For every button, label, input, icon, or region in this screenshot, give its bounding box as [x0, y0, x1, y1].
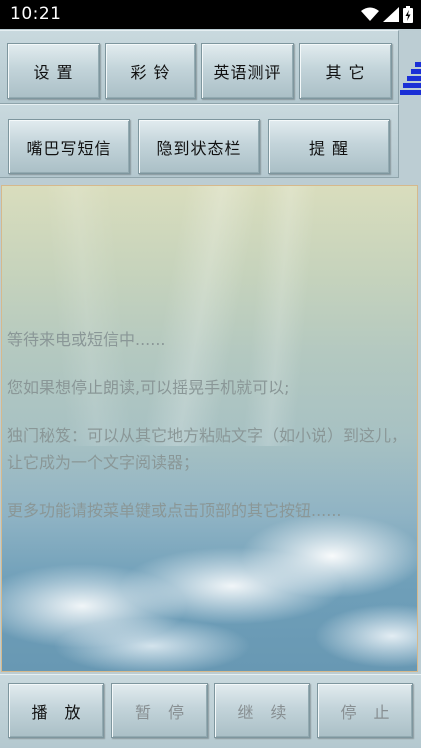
ringtone-button[interactable]: 彩 铃 [105, 43, 196, 99]
english-test-button[interactable]: 英语测评 [201, 43, 294, 99]
remind-button[interactable]: 提 醒 [268, 119, 390, 174]
message-text[interactable]: 等待来电或短信中...... 您如果想停止朗读,可以摇晃手机就可以; 独门秘笈：… [7, 326, 415, 545]
function-toolbar: 嘴巴写短信 隐到状态栏 提 醒 [0, 104, 399, 178]
top-toolbar: 设 置 彩 铃 英语测评 其 它 [0, 30, 399, 104]
resume-button[interactable]: 继 续 [214, 683, 310, 738]
status-line: 等待来电或短信中...... [7, 330, 166, 349]
text-reader-area[interactable]: 等待来电或短信中...... 您如果想停止朗读,可以摇晃手机就可以; 独门秘笈：… [1, 185, 418, 672]
more-functions-line: 更多功能请按菜单键或点击顶部的其它按钮...... [7, 501, 342, 520]
wifi-icon [361, 7, 379, 21]
battery-charging-icon [403, 6, 413, 23]
status-icons [361, 6, 413, 23]
shake-hint-line: 您如果想停止朗读,可以摇晃手机就可以; [7, 378, 290, 397]
voice-sms-button[interactable]: 嘴巴写短信 [8, 119, 130, 174]
play-button[interactable]: 播 放 [8, 683, 104, 738]
stop-button[interactable]: 停 止 [317, 683, 413, 738]
status-bar: 10:21 [0, 0, 421, 29]
reader-tip-line: 独门秘笈：可以从其它地方粘贴文字（如小说）到这儿，让它成为一个文字阅读器； [7, 426, 408, 472]
level-indicator-icon [400, 62, 421, 95]
hide-statusbar-button[interactable]: 隐到状态栏 [138, 119, 260, 174]
playback-controls: 播 放 暂 停 继 续 停 止 [0, 674, 421, 748]
pause-button[interactable]: 暂 停 [111, 683, 208, 738]
status-time: 10:21 [10, 4, 62, 24]
signal-icon [383, 7, 399, 22]
other-button[interactable]: 其 它 [299, 43, 392, 99]
settings-button[interactable]: 设 置 [7, 43, 100, 99]
